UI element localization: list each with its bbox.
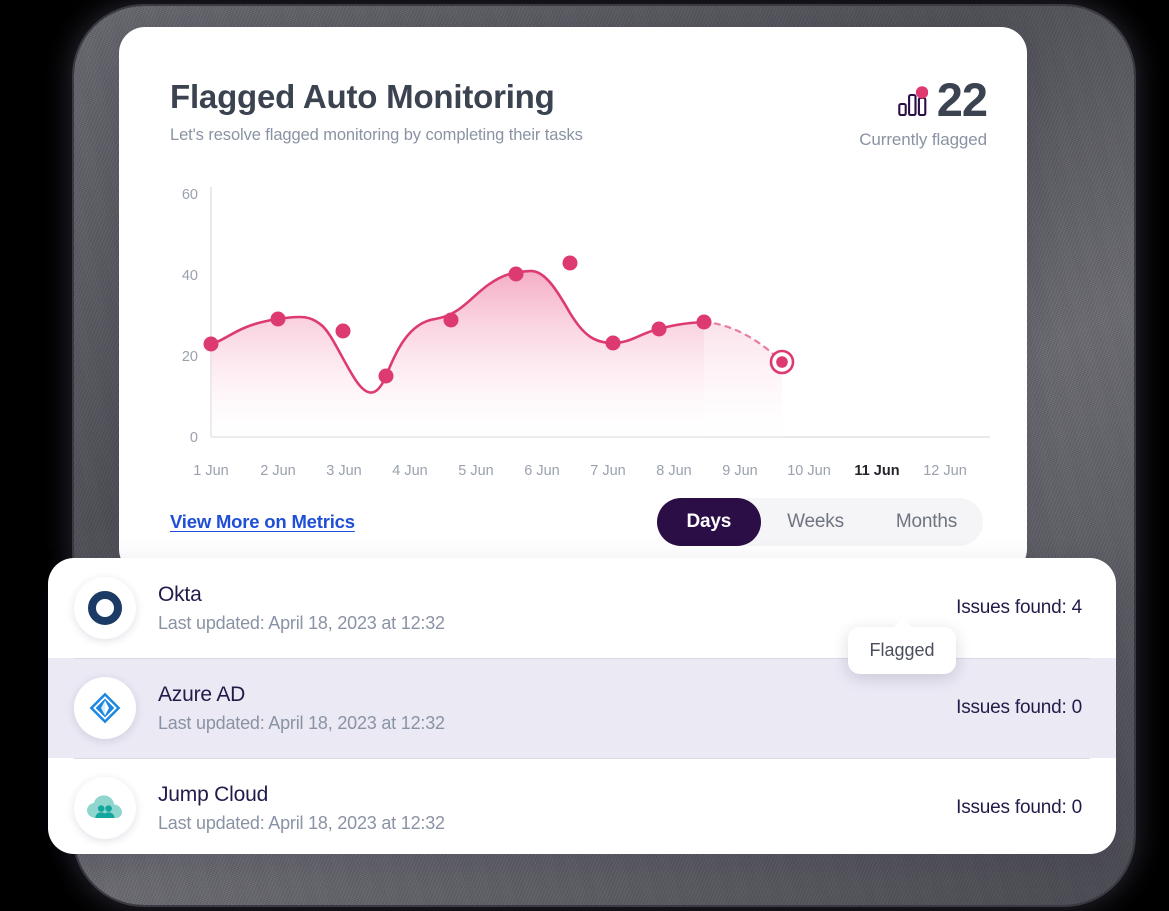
card-header: Flagged Auto Monitoring Let's resolve fl… — [170, 73, 988, 150]
row-subtitle: Last updated: April 18, 2023 at 12:32 — [158, 712, 445, 733]
x-tick-9-jun: 9 Jun — [722, 463, 757, 479]
time-range-segmented-control: Days Weeks Months — [656, 498, 983, 546]
segment-weeks[interactable]: Weeks — [761, 498, 870, 546]
header-text-group: Flagged Auto Monitoring Let's resolve fl… — [170, 77, 583, 145]
line-chart: 60 40 20 0 1 Jun 2 Jun 3 Jun 4 Jun 5 Jun… — [170, 177, 996, 497]
y-tick-60: 60 — [182, 187, 198, 203]
data-point-5-jun[interactable] — [443, 312, 459, 328]
stat-group: 22 Currently flagged — [859, 73, 988, 150]
x-tick-8-jun: 8 Jun — [656, 463, 691, 479]
row-issues-count: Issues found: 0 — [956, 697, 1082, 718]
chart-card: Flagged Auto Monitoring Let's resolve fl… — [119, 27, 1027, 575]
area-fill-projected — [704, 322, 782, 437]
x-tick-2-jun: 2 Jun — [260, 463, 295, 479]
x-tick-6-jun: 6 Jun — [524, 463, 559, 479]
data-point-2-jun[interactable] — [270, 311, 286, 327]
data-point-10-jun[interactable] — [696, 314, 712, 330]
row-title: Azure AD — [158, 682, 246, 706]
data-point-7-jun[interactable] — [562, 255, 578, 271]
row-text-group: Jump Cloud Last updated: April 18, 2023 … — [158, 783, 956, 834]
data-point-1-jun[interactable] — [203, 336, 219, 352]
x-tick-3-jun: 3 Jun — [326, 463, 361, 479]
area-fill-actual — [211, 270, 704, 437]
screenshot-stage: Flagged Auto Monitoring Let's resolve fl… — [0, 0, 1169, 911]
chart-svg: 60 40 20 0 1 Jun 2 Jun 3 Jun 4 Jun 5 Jun… — [182, 187, 990, 479]
y-tick-0: 0 — [190, 430, 198, 446]
row-text-group: Okta Last updated: April 18, 2023 at 12:… — [158, 583, 956, 634]
row-title: Okta — [158, 582, 202, 606]
view-more-metrics-link[interactable]: View More on Metrics — [170, 511, 355, 533]
stat-row: 22 — [859, 73, 988, 126]
segment-months[interactable]: Months — [870, 498, 983, 546]
x-tick-7-jun: 7 Jun — [590, 463, 625, 479]
y-tick-40: 40 — [182, 268, 198, 284]
row-divider — [74, 758, 1090, 759]
flagged-tooltip-label: Flagged — [869, 640, 935, 660]
table-row[interactable]: Azure AD Last updated: April 18, 2023 at… — [48, 658, 1116, 758]
page-subtitle: Let's resolve flagged monitoring by comp… — [170, 126, 583, 145]
data-point-11-jun-projected[interactable] — [769, 349, 795, 375]
row-issues-count: Issues found: 0 — [956, 797, 1082, 818]
jumpcloud-cloud-icon — [74, 777, 136, 839]
integrations-list-card: Okta Last updated: April 18, 2023 at 12:… — [48, 558, 1116, 854]
x-tick-11-jun: 11 Jun — [854, 463, 899, 479]
azure-ad-diamond-icon — [74, 677, 136, 739]
segment-days[interactable]: Days — [656, 498, 762, 546]
stat-value: 22 — [936, 73, 988, 126]
chart-footer: View More on Metrics Days Weeks Months — [170, 498, 983, 546]
stat-caption: Currently flagged — [859, 130, 987, 150]
data-point-3-jun[interactable] — [335, 323, 351, 339]
row-subtitle: Last updated: April 18, 2023 at 12:32 — [158, 812, 445, 833]
row-title: Jump Cloud — [158, 782, 269, 806]
page-title: Flagged Auto Monitoring — [170, 78, 555, 115]
bar-chart-dot-icon — [897, 84, 929, 117]
x-tick-10-jun: 10 Jun — [787, 463, 831, 479]
y-tick-20: 20 — [182, 349, 198, 365]
x-tick-5-jun: 5 Jun — [458, 463, 493, 479]
data-point-8-jun[interactable] — [605, 335, 621, 351]
row-text-group: Azure AD Last updated: April 18, 2023 at… — [158, 683, 956, 734]
data-point-4-jun[interactable] — [378, 368, 394, 384]
flagged-tooltip: Flagged — [848, 618, 956, 674]
table-row[interactable]: Jump Cloud Last updated: April 18, 2023 … — [48, 758, 1116, 854]
x-tick-4-jun: 4 Jun — [392, 463, 427, 479]
okta-ring-icon — [74, 577, 136, 639]
x-tick-12-jun: 12 Jun — [923, 463, 967, 479]
row-subtitle: Last updated: April 18, 2023 at 12:32 — [158, 612, 445, 633]
data-point-6-jun[interactable] — [508, 266, 524, 282]
x-tick-1-jun: 1 Jun — [193, 463, 228, 479]
row-issues-count: Issues found: 4 — [956, 597, 1082, 618]
data-point-9-jun[interactable] — [651, 321, 667, 337]
